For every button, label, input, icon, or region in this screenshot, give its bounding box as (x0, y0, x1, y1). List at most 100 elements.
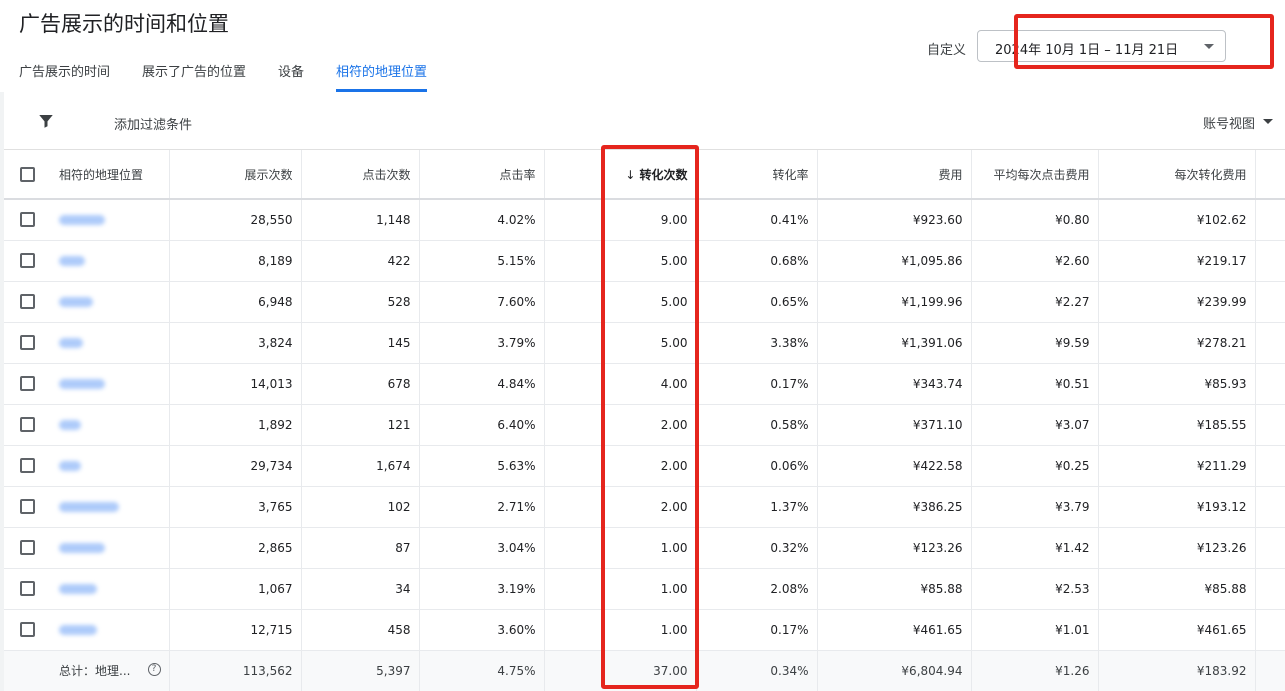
cell-cost: ¥123.26 (817, 527, 972, 569)
cell-cost-per-conv: ¥102.62 (1098, 199, 1256, 241)
location-link[interactable] (59, 379, 105, 389)
cell-conversions: 5.00 (544, 281, 697, 323)
cell-cost: ¥85.88 (817, 568, 972, 610)
row-checkbox[interactable] (20, 376, 35, 391)
cell-cost: ¥422.58 (817, 445, 972, 487)
row-checkbox[interactable] (20, 212, 35, 228)
funnel-icon[interactable] (37, 112, 55, 130)
cell-clicks: 678 (301, 363, 420, 405)
table-row: 2,865 87 3.04% 1.00 0.32% ¥123.26 ¥1.42 ¥123.26 (4, 527, 1285, 569)
cell-avg-cpc: ¥1.01 (971, 609, 1099, 651)
location-link[interactable] (59, 215, 105, 226)
row-checkbox[interactable] (20, 294, 35, 309)
tab-devices[interactable]: 设备 (278, 54, 304, 92)
row-checkbox[interactable] (20, 540, 35, 555)
cell-conversions: 2.00 (544, 486, 697, 528)
cell-clicks: 1,148 (301, 199, 420, 241)
cell-cost: ¥386.25 (817, 486, 972, 528)
row-checkbox[interactable] (20, 499, 35, 514)
total-clicks: 5,397 (301, 650, 420, 691)
cell-conv-rate: 0.32% (696, 527, 818, 569)
row-spacer (1255, 486, 1285, 528)
cell-conv-rate: 0.41% (696, 199, 818, 241)
row-select-cell (4, 486, 51, 528)
row-select-cell (4, 240, 51, 282)
table-row: 8,189 422 5.15% 5.00 0.68% ¥1,095.86 ¥2.60 ¥219… (4, 240, 1285, 282)
cell-cost-per-conv: ¥219.17 (1098, 240, 1256, 282)
total-label: 总计：地理... (59, 664, 131, 679)
col-header-spacer (1255, 150, 1285, 200)
cell-conversions: 4.00 (544, 363, 697, 405)
cell-ctr: 2.71% (419, 486, 545, 528)
cell-cost-per-conv: ¥85.88 (1098, 568, 1256, 610)
table-row: 1,892 121 6.40% 2.00 0.58% ¥371.10 ¥3.07 ¥185.5… (4, 404, 1285, 446)
row-checkbox[interactable] (20, 253, 35, 268)
table-row: 1,067 34 3.19% 1.00 2.08% ¥85.88 ¥2.53 ¥85.88 (4, 568, 1285, 610)
row-spacer (1255, 240, 1285, 282)
cell-conv-rate: 0.58% (696, 404, 818, 446)
select-all-checkbox[interactable] (20, 166, 35, 182)
cell-ctr: 6.40% (419, 404, 545, 446)
cell-cost: ¥1,391.06 (817, 322, 972, 364)
cell-cost-per-conv: ¥461.65 (1098, 609, 1256, 651)
cell-impressions: 1,067 (169, 568, 302, 610)
cell-clicks: 121 (301, 404, 420, 446)
chevron-down-icon (1263, 119, 1273, 124)
cell-clicks: 1,674 (301, 445, 420, 487)
location-cell (51, 445, 170, 487)
total-row: 总计：地理...? 113,562 5,397 4.75% 37.00 0.34% ¥6,8… (4, 650, 1285, 691)
col-header-ctr[interactable]: 点击率 (419, 150, 545, 200)
total-ctr: 4.75% (419, 650, 545, 691)
cell-impressions: 28,550 (169, 199, 302, 241)
cell-conv-rate: 0.68% (696, 240, 818, 282)
cell-ctr: 7.60% (419, 281, 545, 323)
row-checkbox[interactable] (20, 417, 35, 432)
total-row-spacer (1255, 650, 1285, 691)
tab-matched-locations[interactable]: 相符的地理位置 (336, 54, 428, 92)
date-range-select[interactable]: 2024年 10月 1日 – 11月 21日 (977, 30, 1226, 62)
location-link[interactable] (59, 420, 81, 430)
row-spacer (1255, 445, 1285, 487)
help-icon[interactable]: ? (147, 663, 161, 677)
location-link[interactable] (59, 502, 119, 512)
col-header-avg-cpc[interactable]: 平均每次点击费用 (971, 150, 1099, 200)
location-link[interactable] (59, 297, 93, 307)
col-header-cost[interactable]: 费用 (817, 150, 972, 200)
select-all-cell (4, 150, 51, 200)
table-row: 14,013 678 4.84% 4.00 0.17% ¥343.74 ¥0.51 ¥85.9… (4, 363, 1285, 405)
row-checkbox[interactable] (20, 335, 35, 350)
cell-impressions: 3,824 (169, 322, 302, 364)
location-cell (51, 609, 170, 651)
location-link[interactable] (59, 461, 81, 471)
cell-conversions: 1.00 (544, 609, 697, 651)
add-filter-button[interactable]: 添加过滤条件 (114, 114, 192, 133)
cell-conv-rate: 0.65% (696, 281, 818, 323)
col-header-impressions[interactable]: 展示次数 (169, 150, 302, 200)
tab-ad-schedule[interactable]: 广告展示的时间 (19, 54, 110, 92)
cell-clicks: 528 (301, 281, 420, 323)
col-header-clicks[interactable]: 点击次数 (301, 150, 420, 200)
cell-conversions: 1.00 (544, 568, 697, 610)
location-link[interactable] (59, 256, 85, 266)
row-checkbox[interactable] (20, 581, 35, 596)
location-link[interactable] (59, 584, 97, 594)
tab-placements[interactable]: 展示了广告的位置 (142, 54, 246, 92)
col-header-conversions[interactable]: ↓ 转化次数 (544, 150, 697, 200)
row-checkbox[interactable] (20, 458, 35, 473)
cell-ctr: 3.19% (419, 568, 545, 610)
location-cell (51, 568, 170, 610)
table-row: 3,765 102 2.71% 2.00 1.37% ¥386.25 ¥3.79 ¥193.1… (4, 486, 1285, 528)
location-link[interactable] (59, 625, 97, 635)
cell-impressions: 6,948 (169, 281, 302, 323)
location-link[interactable] (59, 338, 83, 348)
account-view-select[interactable]: 账号视图 (1203, 113, 1255, 132)
cell-ctr: 5.63% (419, 445, 545, 487)
row-spacer (1255, 199, 1285, 241)
row-checkbox[interactable] (20, 622, 35, 637)
col-header-cost-per-conv[interactable]: 每次转化费用 (1098, 150, 1256, 200)
location-link[interactable] (59, 543, 105, 553)
cell-avg-cpc: ¥0.80 (971, 199, 1099, 241)
col-header-conv-rate[interactable]: 转化率 (696, 150, 818, 200)
col-header-location[interactable]: 相符的地理位置 (51, 150, 170, 200)
filter-bar: 添加过滤条件 账号视图 (4, 92, 1285, 150)
